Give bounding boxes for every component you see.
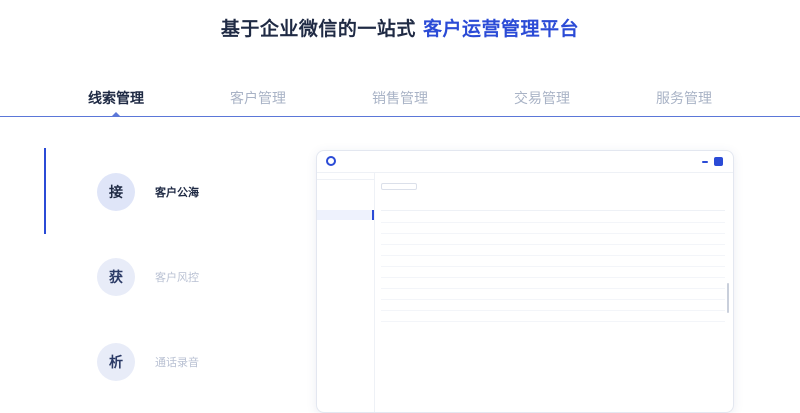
tab-active-caret — [111, 112, 121, 117]
hero-title: 基于企业微信的一站式 客户运营管理平台 — [0, 14, 800, 41]
table-row — [381, 257, 725, 267]
feature-customer-risk[interactable]: 获 客户风控 — [97, 258, 297, 298]
table-row — [381, 246, 725, 256]
mockup-sidebar-item — [317, 220, 374, 230]
mockup-sidebar-item — [317, 240, 374, 250]
hero-title-plain: 基于企业微信的一站式 — [220, 18, 424, 40]
feature-badge: 接 — [97, 173, 135, 211]
feature-badge: 析 — [97, 343, 135, 381]
feature-label: 客户风控 — [155, 271, 199, 284]
feature-call-recording[interactable]: 析 通话录音 — [97, 343, 297, 383]
mockup-main — [377, 173, 733, 412]
tab-service[interactable]: 服务管理 — [624, 88, 744, 108]
feature-label: 客户公海 — [155, 186, 199, 199]
mockup-badge — [702, 160, 708, 163]
avatar — [714, 157, 723, 166]
mockup-sidebar-item — [317, 190, 374, 200]
table-row — [381, 224, 725, 234]
mockup-table-header — [381, 203, 725, 211]
table-row — [381, 301, 725, 311]
feature-badge: 获 — [97, 258, 135, 296]
mockup-header-right — [702, 157, 723, 166]
tab-customers[interactable]: 客户管理 — [198, 88, 318, 108]
table-row — [381, 312, 725, 322]
mockup-header — [317, 151, 733, 173]
mockup-sidebar-item — [317, 200, 374, 210]
hero-title-accent: 客户运营管理平台 — [423, 18, 580, 40]
mockup-sidebar — [317, 173, 375, 412]
feature-customer-pool[interactable]: 接 客户公海 — [97, 173, 297, 213]
mockup-scrollbar — [727, 283, 729, 313]
mockup-sidebar-item — [317, 230, 374, 240]
table-row — [381, 279, 725, 289]
mockup-search — [381, 183, 417, 190]
mockup-sidebar-item — [317, 180, 374, 190]
feature-label: 通话录音 — [155, 356, 199, 369]
table-row — [381, 235, 725, 245]
table-row — [381, 290, 725, 300]
logo-icon — [326, 156, 336, 166]
table-row — [381, 268, 725, 278]
mockup-sidebar-tabs — [317, 173, 374, 180]
table-row — [381, 213, 725, 223]
product-screenshot — [316, 150, 734, 413]
tab-transactions[interactable]: 交易管理 — [482, 88, 602, 108]
tab-sales[interactable]: 销售管理 — [340, 88, 460, 108]
tab-leads[interactable]: 线索管理 — [56, 88, 176, 108]
mockup-logo — [326, 156, 338, 166]
feature-active-indicator — [44, 148, 46, 234]
mockup-sidebar-item-active — [317, 210, 374, 220]
